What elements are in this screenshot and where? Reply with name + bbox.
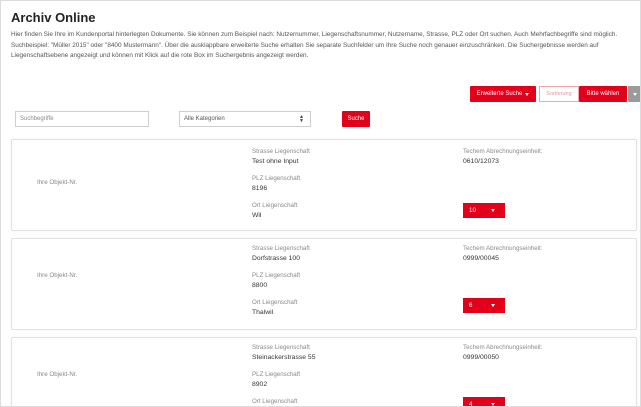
document-count-box[interactable]: 10 [463, 203, 505, 218]
extended-search-label: Erweiterte Suche [476, 91, 523, 97]
city-label: Ort Liegenschaft [252, 299, 298, 306]
page-title: Archiv Online [11, 10, 96, 25]
billing-unit-value: 0999/00050 [463, 354, 499, 361]
billing-unit-label: Techem Abrechnungseinheit: [463, 344, 543, 351]
object-nr-label: Ihre Objekt-Nr. [37, 179, 78, 186]
chevron-down-icon [525, 92, 530, 96]
search-placeholder: Suchbegriffe [20, 116, 54, 122]
city-label: Ort Liegenschaft [252, 398, 298, 405]
street-label: Strasse Liegenschaft [252, 245, 310, 252]
zip-value: 8800 [252, 282, 268, 289]
street-label: Strasse Liegenschaft [252, 148, 310, 155]
document-count-box[interactable]: 4 [463, 397, 505, 407]
category-select-value: Alle Kategorien [184, 116, 225, 122]
city-value: Thalwil [252, 309, 274, 316]
billing-unit-label: Techem Abrechnungseinheit: [463, 148, 543, 155]
select-arrows-icon: ▲ ▼ [299, 114, 304, 124]
street-value: Test ohne Input [252, 158, 299, 165]
object-nr-label: Ihre Objekt-Nr. [37, 371, 78, 378]
document-count: 4 [469, 401, 473, 407]
street-value: Dorfstrasse 100 [252, 255, 300, 262]
sort-button[interactable]: Sortierung [539, 86, 579, 102]
document-count-box[interactable]: 6 [463, 298, 505, 313]
zip-value: 8196 [252, 185, 268, 192]
sort-dropdown-toggle[interactable] [628, 86, 640, 102]
result-card: Ihre Objekt-Nr. Strasse Liegenschaft Dor… [11, 238, 637, 330]
billing-unit-value: 0999/00045 [463, 255, 499, 262]
zip-value: 8902 [252, 381, 268, 388]
billing-unit-label: Techem Abrechnungseinheit: [463, 245, 543, 252]
choose-button[interactable]: Bitte wählen [579, 86, 627, 102]
extended-search-button[interactable]: Erweiterte Suche [470, 86, 536, 102]
result-card: Ihre Objekt-Nr. Strasse Liegenschaft Ste… [11, 337, 637, 407]
category-select[interactable]: Alle Kategorien ▲ ▼ [179, 111, 311, 127]
result-card: Ihre Objekt-Nr. Strasse Liegenschaft Tes… [11, 139, 637, 231]
chevron-down-icon [491, 403, 495, 406]
zip-label: PLZ Liegenschaft [252, 272, 301, 279]
search-button[interactable]: Suche [342, 111, 370, 127]
zip-label: PLZ Liegenschaft [252, 175, 301, 182]
zip-label: PLZ Liegenschaft [252, 371, 301, 378]
city-value: Wil [252, 212, 262, 219]
chevron-down-icon [491, 209, 495, 212]
archive-page: Archiv Online Hier finden Sie Ihre im Ku… [0, 0, 641, 407]
chevron-down-icon [491, 304, 495, 307]
document-count: 6 [469, 302, 473, 309]
page-intro: Hier finden Sie Ihre im Kundenportal hin… [11, 31, 618, 59]
city-label: Ort Liegenschaft [252, 202, 298, 209]
billing-unit-value: 0610/12073 [463, 158, 499, 165]
object-nr-label: Ihre Objekt-Nr. [37, 272, 78, 279]
street-label: Strasse Liegenschaft [252, 344, 310, 351]
street-value: Steinackerstrasse 55 [252, 354, 316, 361]
chevron-down-icon [632, 92, 637, 96]
document-count: 10 [469, 207, 476, 214]
search-input[interactable]: Suchbegriffe [15, 111, 149, 127]
